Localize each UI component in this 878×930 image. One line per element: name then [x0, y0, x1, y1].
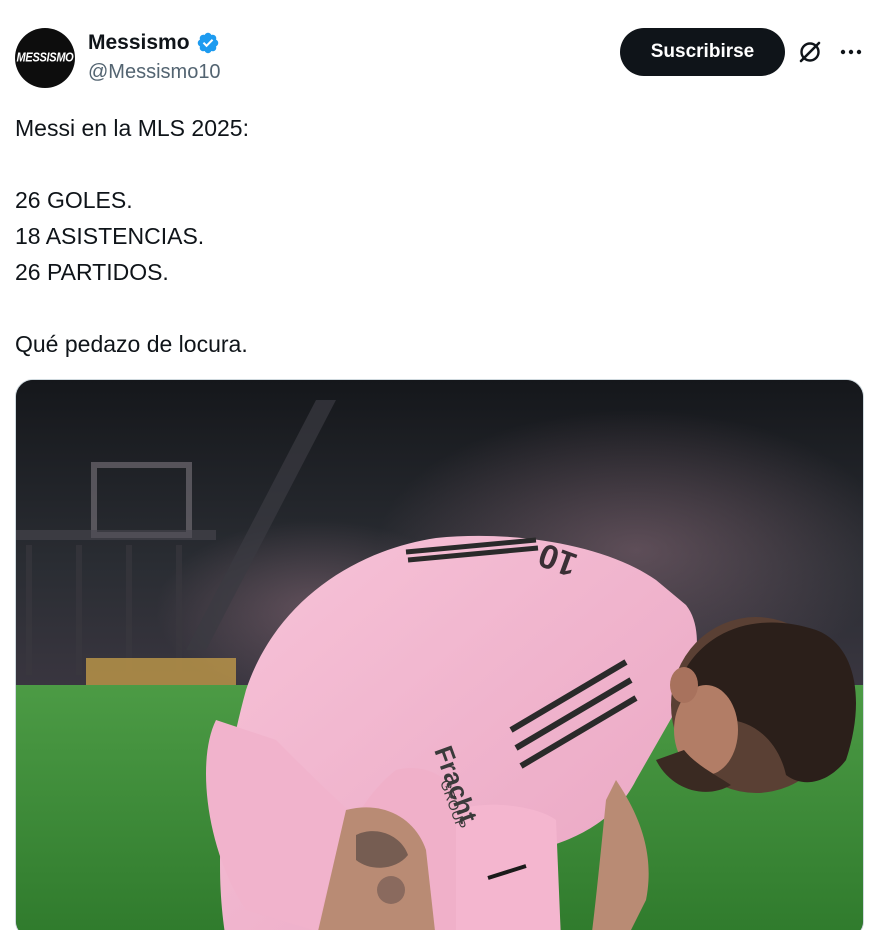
tweet-photo[interactable]: 10 Fracht GROUP — [15, 379, 864, 930]
tweet-line: 26 GOLES. — [15, 187, 133, 213]
display-name[interactable]: Messismo — [88, 31, 190, 55]
tweet-line: Messi en la MLS 2025: — [15, 115, 249, 141]
grok-icon[interactable] — [796, 38, 824, 66]
avatar-logo-text: MESSISMO — [16, 51, 74, 65]
verified-badge-icon — [197, 32, 218, 54]
display-name-row: Messismo — [88, 30, 221, 56]
tweet-line: Qué pedazo de locura. — [15, 331, 248, 357]
author-handle[interactable]: @Messismo10 — [88, 61, 221, 84]
avatar[interactable]: MESSISMO — [15, 28, 75, 88]
tweet-card: MESSISMO Messismo @Messismo10 Suscribirs… — [0, 0, 878, 930]
more-horizontal-icon[interactable] — [837, 38, 865, 66]
subscribe-button[interactable]: Suscribirse — [620, 28, 785, 76]
tweet-header: MESSISMO Messismo @Messismo10 Suscribirs… — [15, 28, 863, 90]
tweet-line: 26 PARTIDOS. — [15, 259, 169, 285]
author-names: Messismo @Messismo10 — [88, 30, 221, 84]
photo-illustration: 10 Fracht GROUP — [16, 380, 863, 930]
tweet-line: 18 ASISTENCIAS. — [15, 223, 205, 249]
tweet-text: Messi en la MLS 2025: 26 GOLES. 18 ASIST… — [15, 110, 855, 362]
